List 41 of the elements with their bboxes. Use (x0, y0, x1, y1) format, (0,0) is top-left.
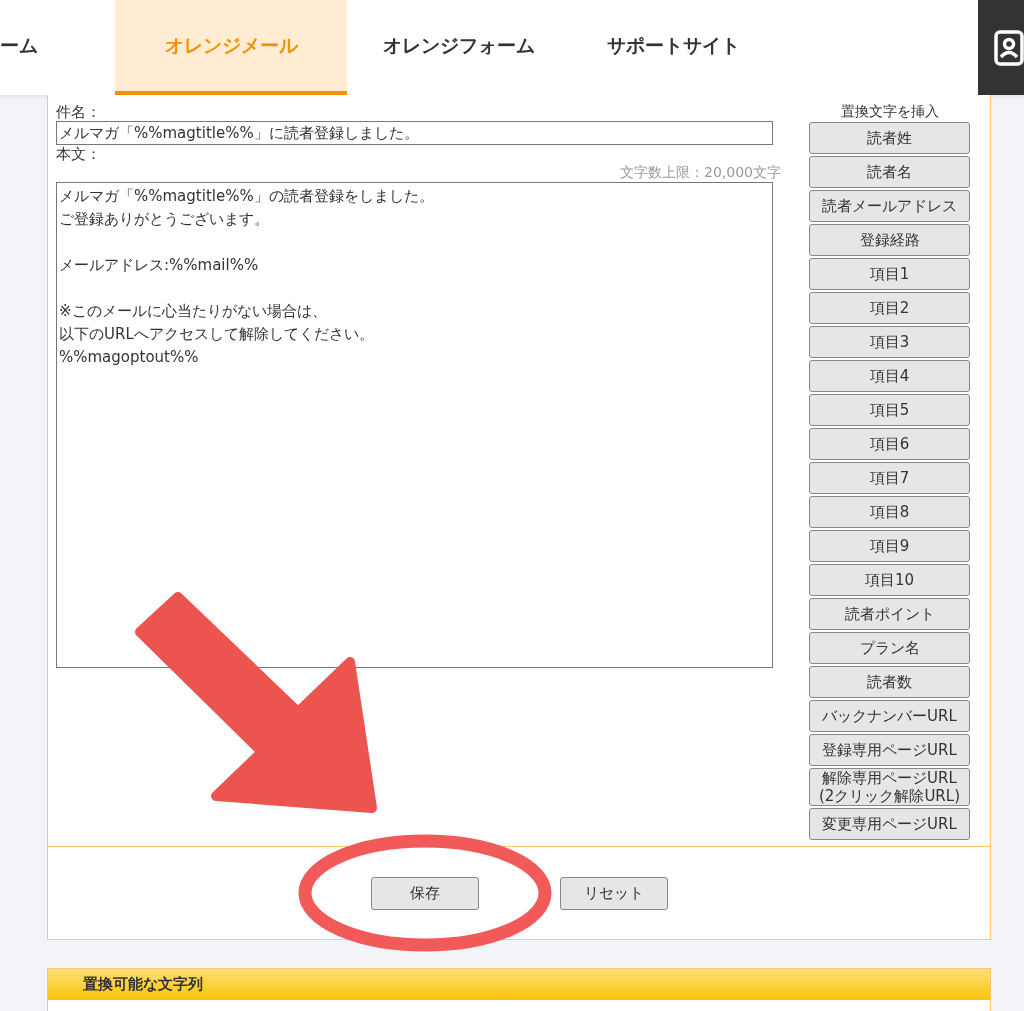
insert-tag-button[interactable]: 項目3 (809, 326, 970, 358)
body-text-line: 以下のURLへアクセスして解除してください。 (59, 325, 374, 343)
body-field[interactable]: メルマガ「%%magtitle%%」の読者登録をしました。 ご登録ありがとうございます。 メールアドレス:%%mail%% ※このメールに心当たりがない場合は、 以下のURLへアクセスして解除してください。 %%magoptout%% (56, 182, 773, 668)
char-limit-note: 文字数上限：20,000文字 (619, 163, 781, 181)
insert-title: 置換文字を挿入 (839, 103, 940, 119)
section-header: 置換可能な文字列 (48, 969, 990, 1000)
insert-tag-button[interactable]: 項目5 (809, 394, 970, 426)
body-text-line: ご登録ありがとうございます。 (59, 210, 269, 228)
insert-tag-button[interactable]: 読者メールアドレス (809, 190, 970, 222)
body-text-line: ※このメールに心当たりがない場合は、 (59, 302, 327, 320)
subject-label: 件名： (56, 103, 102, 121)
insert-tag-button[interactable]: 項目6 (809, 428, 970, 460)
insert-tag-button[interactable]: バックナンバーURL (809, 700, 970, 732)
body-text-line: メールアドレス:%%mail%% (59, 256, 259, 274)
body-text-line: %%magoptout%% (59, 348, 199, 366)
insert-tag-button[interactable]: 読者数 (809, 666, 970, 698)
insert-tag-button[interactable]: 変更専用ページURL (809, 808, 970, 840)
nav-tab[interactable]: ーム (0, 0, 44, 95)
insert-tag-button[interactable]: 解除専用ページURL (2クリック解除URL) (809, 768, 970, 806)
account-button[interactable] (978, 0, 1024, 95)
insert-tag-button[interactable]: 項目9 (809, 530, 970, 562)
insert-tag-button[interactable]: 項目2 (809, 292, 970, 324)
insert-tag-button[interactable]: 項目1 (809, 258, 970, 290)
insert-tag-button[interactable]: 読者ポイント (809, 598, 970, 630)
insert-tag-button[interactable]: プラン名 (809, 632, 970, 664)
nav-tab[interactable]: サポートサイト (571, 0, 776, 95)
save-button[interactable]: 保存 (370, 876, 479, 910)
id-card-icon (994, 29, 1024, 66)
body-label: 本文： (56, 145, 102, 163)
insert-tag-button[interactable]: 項目4 (809, 360, 970, 392)
reset-button[interactable]: リセット (559, 876, 668, 910)
insert-tag-button[interactable]: 読者姓 (809, 122, 970, 154)
insert-tag-button[interactable]: 読者名 (809, 156, 970, 188)
subject-field[interactable]: メルマガ「%%magtitle%%」に読者登録しました。 (56, 121, 773, 145)
insert-tag-button[interactable]: 項目7 (809, 462, 970, 494)
insert-tag-button[interactable]: 登録経路 (809, 224, 970, 256)
insert-tag-button[interactable]: 項目10 (809, 564, 970, 596)
body-text-line: メルマガ「%%magtitle%%」の読者登録をしました。 (59, 187, 434, 205)
insert-tag-button[interactable]: 登録専用ページURL (809, 734, 970, 766)
nav-tab[interactable]: オレンジフォーム (347, 0, 571, 95)
insert-tag-button[interactable]: 項目8 (809, 496, 970, 528)
